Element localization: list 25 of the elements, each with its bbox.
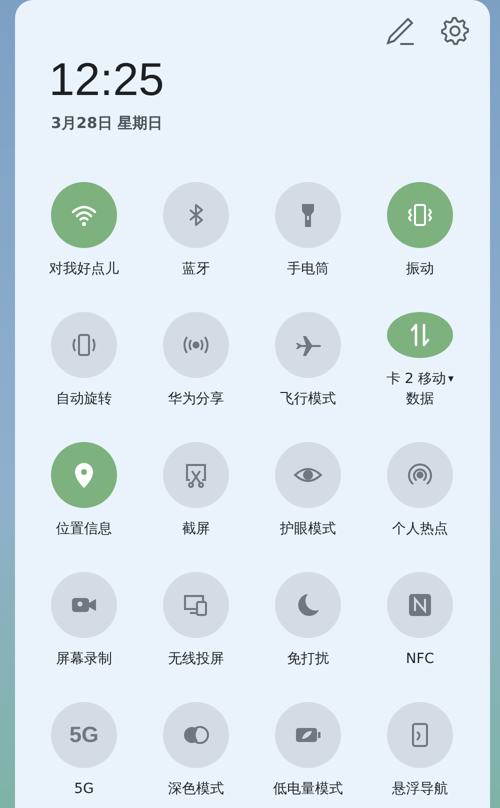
tile-label: 卡 2 移动 (386, 370, 446, 388)
dropdown-caret[interactable]: ▾ (448, 368, 454, 388)
tile-label: 华为分享 (168, 390, 224, 408)
tile-label: 截屏 (182, 520, 210, 538)
tile-label: 5G (74, 780, 94, 798)
date-text: 3月28日 星期日 (51, 113, 164, 134)
tile-label: 深色模式 (168, 780, 224, 798)
clock-time: 12:25 (49, 54, 166, 104)
tile-label: 振动 (406, 260, 434, 278)
tile-label: 护眼模式 (280, 520, 336, 538)
tile-label: 蓝牙 (182, 260, 210, 278)
tile-label: 屏幕录制 (56, 650, 112, 668)
tile-label: 自动旋转 (56, 390, 112, 408)
tile-label: 悬浮导航 (392, 780, 448, 798)
tile-label: NFC (406, 650, 434, 668)
tile-label: 飞行模式 (280, 390, 336, 408)
tile-label: 对我好点儿 (49, 260, 119, 278)
network-label: 5G (69, 721, 99, 749)
tile-label: 低电量模式 (273, 780, 343, 798)
tile-label: 免打扰 (287, 650, 329, 668)
tile-label: 数据 (406, 390, 434, 408)
tile-label: 位置信息 (56, 520, 112, 538)
tile-label: 无线投屏 (168, 650, 224, 668)
tile-label: 手电筒 (287, 260, 329, 278)
tile-label: 个人热点 (392, 520, 448, 538)
